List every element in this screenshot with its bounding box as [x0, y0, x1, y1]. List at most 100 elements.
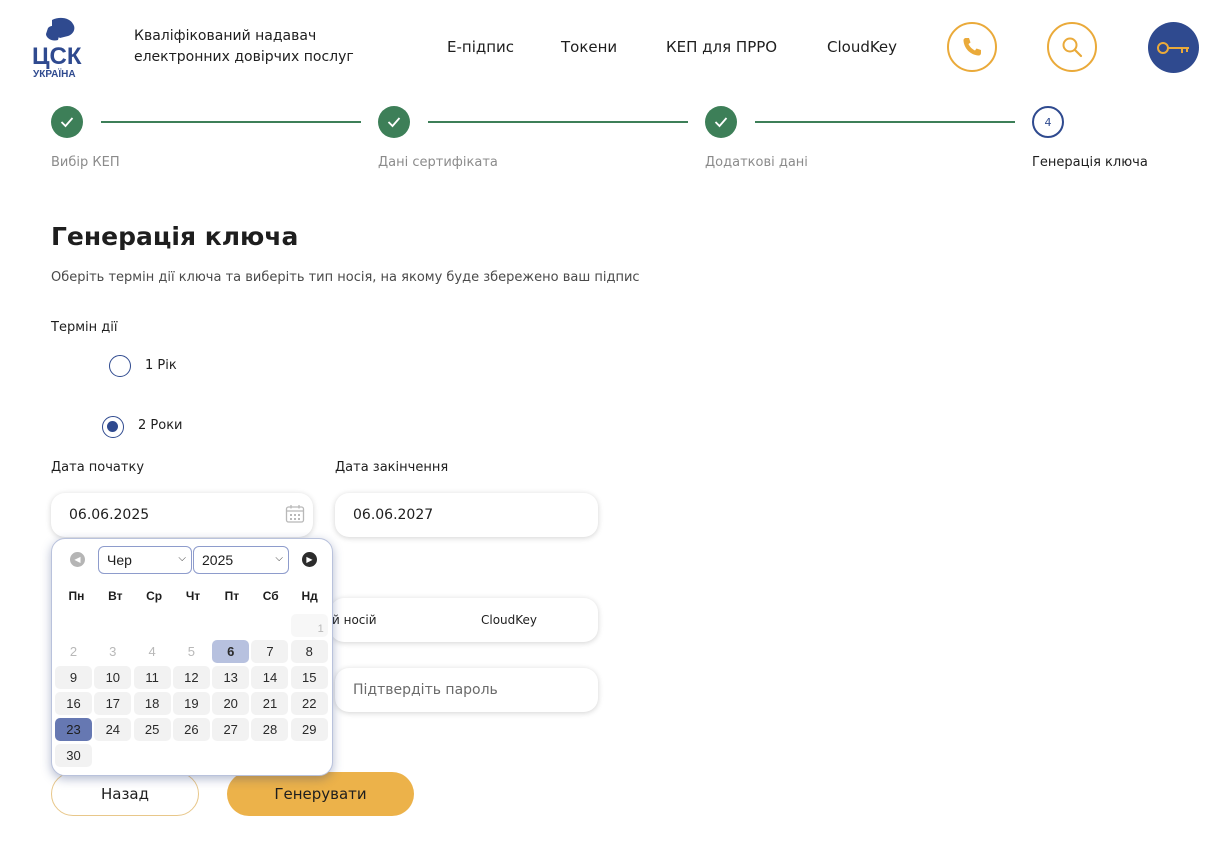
radio-2-years-label[interactable]: 2 Роки [138, 418, 183, 433]
day-cell-empty [55, 614, 92, 637]
day-cell[interactable]: 13 [212, 666, 250, 689]
checkmark-icon [60, 117, 74, 128]
login-button[interactable] [1148, 22, 1199, 73]
step-1-done [51, 106, 83, 138]
day-cell[interactable]: 22 [290, 692, 328, 715]
end-date-value: 06.06.2027 [353, 507, 434, 523]
day-cell: 2 [69, 644, 78, 659]
day-cell-selected[interactable]: 23 [55, 718, 92, 741]
day-cell[interactable]: 21 [251, 692, 289, 715]
month-select-value: Чер [107, 552, 132, 568]
term-label: Термін дії [51, 320, 118, 335]
day-cell[interactable]: 16 [55, 692, 92, 715]
day-cell-empty [251, 614, 288, 637]
day-cell[interactable]: 24 [94, 718, 132, 741]
day-cell[interactable]: 11 [133, 666, 171, 689]
generate-button[interactable]: Генерувати [227, 772, 414, 816]
day-cell[interactable]: 9 [55, 666, 92, 689]
day-cell[interactable]: 17 [94, 692, 132, 715]
chevron-down-icon: ⌵ [178, 553, 186, 564]
nav-cloudkey[interactable]: CloudKey [827, 38, 897, 56]
svg-text:ЦСК: ЦСК [32, 43, 82, 70]
calendar-icon[interactable] [285, 504, 305, 524]
day-cell[interactable]: 20 [212, 692, 250, 715]
day-cell[interactable]: 28 [251, 718, 289, 741]
next-month-button[interactable]: ▶ [302, 552, 317, 567]
year-select[interactable]: 2025 ⌵ [193, 546, 289, 574]
weekday-label: Нд [301, 589, 318, 603]
checkmark-icon [387, 117, 401, 128]
weekday-label: Чт [185, 589, 201, 603]
svg-text:УКРАЇНА: УКРАЇНА [33, 67, 76, 80]
day-cell-empty [173, 614, 210, 637]
month-select[interactable]: Чер ⌵ [98, 546, 192, 574]
step-4-current: 4 [1032, 106, 1064, 138]
step-3-done [705, 106, 737, 138]
search-icon [1062, 37, 1083, 58]
end-date-input[interactable]: 06.06.2027 [335, 493, 598, 537]
key-icon [1156, 41, 1189, 54]
day-cell: 1 [290, 614, 328, 637]
phone-button[interactable] [947, 22, 997, 72]
day-cell[interactable]: 25 [133, 718, 171, 741]
media-option-partial[interactable]: й носій [332, 613, 377, 627]
day-cell[interactable]: 12 [172, 666, 210, 689]
radio-2-years[interactable] [102, 416, 124, 438]
step-connector [101, 121, 361, 123]
weekday-header: Пн Вт Ср Чт Пт Сб Нд [57, 589, 329, 603]
weekday-label: Пн [68, 589, 85, 603]
page-subtitle: Оберіть термін дії ключа та виберіть тип… [51, 270, 640, 285]
step-2-done [378, 106, 410, 138]
weekday-label: Вт [108, 589, 123, 603]
logo[interactable]: ЦСК УКРАЇНА [30, 14, 86, 80]
datepicker-popup: ◀ Чер ⌵ 2025 ⌵ ▶ Пн Вт Ср Чт Пт Сб Нд 12… [51, 538, 333, 776]
phone-icon [963, 38, 981, 56]
step-label: Додаткові дані [705, 155, 808, 170]
day-cell[interactable]: 19 [172, 692, 210, 715]
radio-1-year-label[interactable]: 1 Рік [145, 358, 177, 373]
confirm-password-input[interactable]: Підтвердіть пароль [335, 668, 598, 712]
radio-1-year[interactable] [109, 355, 131, 377]
media-type-selector[interactable]: й носій CloudKey [330, 598, 598, 642]
year-select-value: 2025 [202, 552, 234, 568]
media-option-cloudkey[interactable]: CloudKey [481, 613, 537, 627]
start-date-input[interactable]: 06.06.2025 [51, 493, 313, 537]
nav-tokens[interactable]: Токени [561, 38, 617, 56]
chevron-down-icon: ⌵ [275, 553, 283, 564]
chevron-left-icon: ◀ [74, 555, 81, 564]
step-label: Дані сертифіката [378, 155, 498, 170]
chevron-right-icon: ▶ [306, 555, 313, 564]
weekday-label: Пт [224, 589, 240, 603]
step-connector [428, 121, 688, 123]
prev-month-button[interactable]: ◀ [70, 552, 85, 567]
step-connector [755, 121, 1015, 123]
day-cell[interactable]: 29 [290, 718, 328, 741]
weekday-label: Ср [146, 589, 163, 603]
day-cell[interactable]: 18 [133, 692, 171, 715]
checkmark-icon [714, 117, 728, 128]
day-cell[interactable]: 10 [94, 666, 132, 689]
provider-description: Кваліфікований надавач електронних довір… [134, 28, 354, 65]
day-cell[interactable]: 7 [251, 640, 289, 663]
nav-kep-prro[interactable]: КЕП для ПРРО [666, 38, 777, 56]
day-cell: 5 [187, 644, 195, 659]
back-button[interactable]: Назад [51, 772, 199, 816]
day-cell: 3 [109, 644, 117, 659]
day-cell-today[interactable]: 6 [212, 640, 250, 663]
day-cell[interactable]: 26 [172, 718, 210, 741]
nav-e-signature[interactable]: Е-підпис [447, 38, 514, 56]
day-cell[interactable]: 30 [55, 744, 92, 767]
end-date-label: Дата закінчення [335, 460, 449, 475]
day-cell-empty [212, 614, 249, 637]
start-date-value: 06.06.2025 [69, 507, 150, 523]
day-cell-empty [94, 614, 131, 637]
day-cell[interactable]: 27 [212, 718, 250, 741]
day-cell-empty [134, 614, 171, 637]
step-label: Вибір КЕП [51, 155, 120, 170]
day-cell[interactable]: 15 [290, 666, 328, 689]
day-cell[interactable]: 14 [251, 666, 289, 689]
search-button[interactable] [1047, 22, 1097, 72]
day-cell: 4 [148, 644, 156, 659]
weekday-label: Сб [262, 589, 279, 603]
day-cell[interactable]: 8 [290, 640, 328, 663]
